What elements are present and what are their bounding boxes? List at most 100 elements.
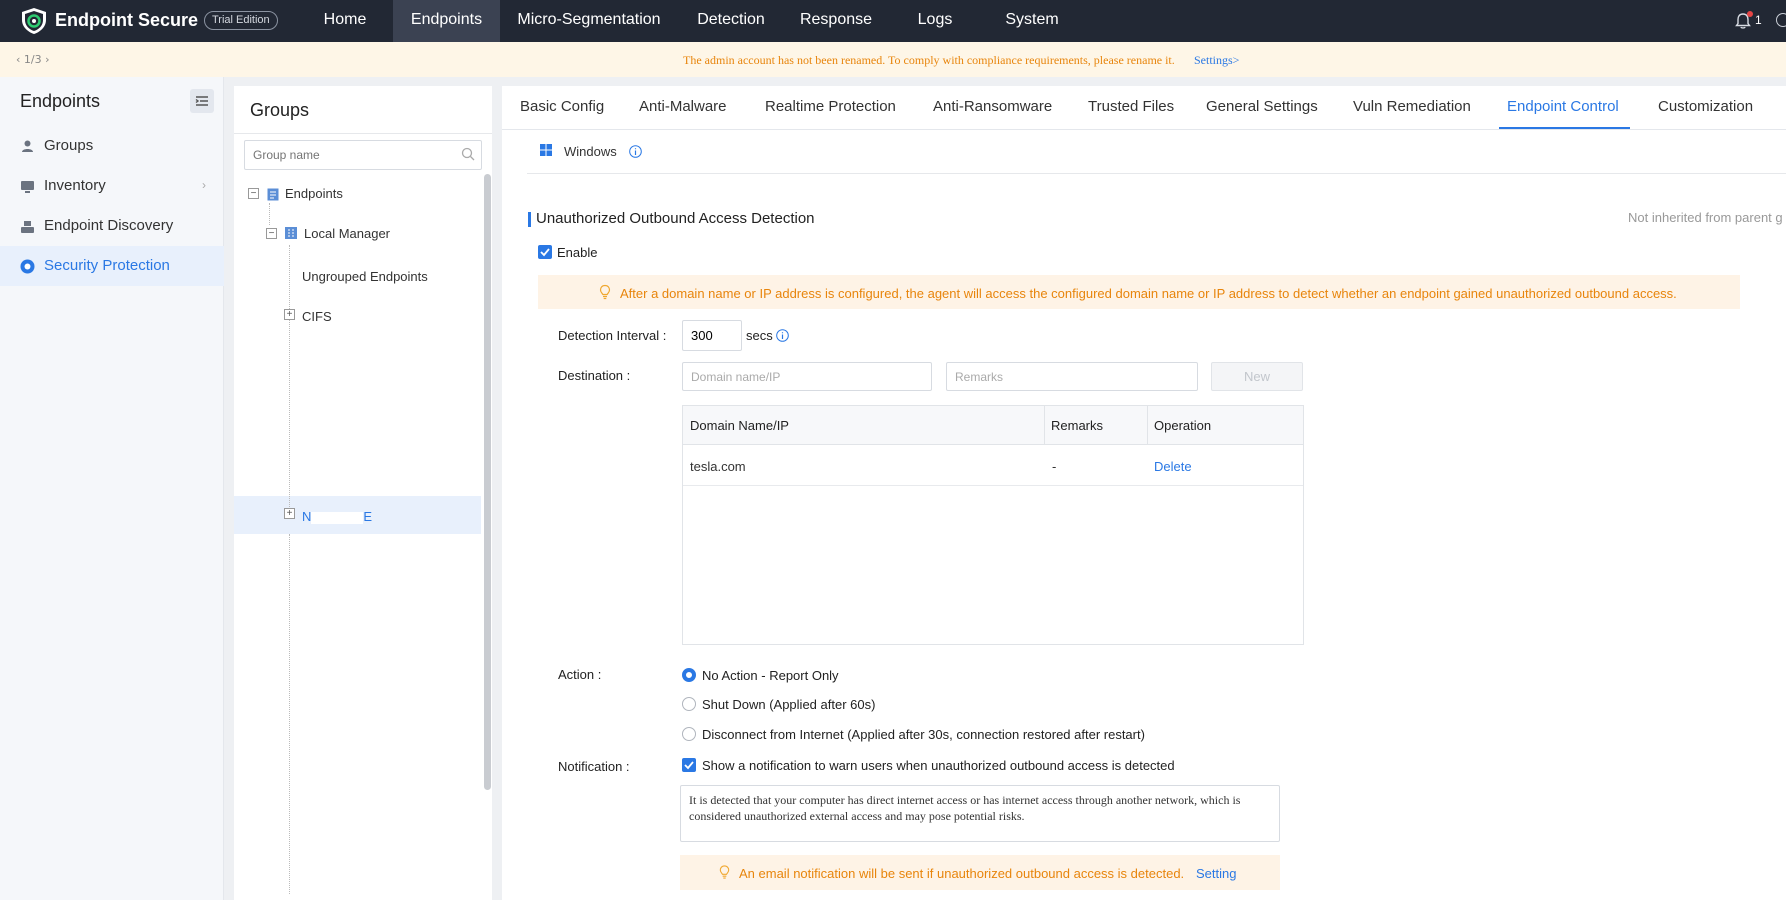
nav-response[interactable]: Response bbox=[792, 0, 880, 42]
tree-node-cifs[interactable]: CIFS bbox=[302, 309, 332, 324]
lightbulb-icon bbox=[599, 284, 611, 300]
inherit-status: Not inherited from parent g bbox=[1628, 210, 1783, 225]
delete-row-link[interactable]: Delete bbox=[1154, 459, 1192, 474]
action-radio-no-action[interactable] bbox=[682, 668, 696, 682]
action-option-label: No Action - Report Only bbox=[702, 668, 839, 683]
collapse-node-icon[interactable]: − bbox=[248, 188, 259, 199]
sidebar-title: Endpoints bbox=[20, 91, 101, 111]
nav-micro-segmentation[interactable]: Micro-Segmentation bbox=[508, 0, 670, 42]
cell-domain: tesla.com bbox=[690, 459, 746, 474]
column-header-operation: Operation bbox=[1154, 418, 1212, 433]
tree-connector bbox=[289, 245, 290, 515]
groups-icon bbox=[22, 140, 33, 152]
windows-icon bbox=[540, 144, 552, 156]
brand-logo bbox=[22, 8, 46, 34]
remarks-input[interactable]: Remarks bbox=[946, 362, 1198, 391]
shield-icon bbox=[20, 259, 35, 274]
divider bbox=[234, 133, 492, 134]
domain-ip-input[interactable]: Domain name/IP bbox=[682, 362, 932, 391]
notice-settings-link[interactable]: Settings> bbox=[1194, 53, 1239, 68]
trial-edition-badge: Trial Edition bbox=[204, 11, 278, 30]
action-radio-disconnect[interactable] bbox=[682, 727, 696, 741]
local-manager-building-icon bbox=[285, 227, 297, 239]
tree-node-endpoints[interactable]: Endpoints bbox=[285, 186, 343, 201]
search-icon[interactable] bbox=[461, 147, 475, 161]
collapse-node-icon[interactable]: − bbox=[266, 228, 277, 239]
tab-customization[interactable]: Customization bbox=[1658, 98, 1753, 115]
sidebar-item-groups[interactable]: Groups bbox=[0, 126, 224, 166]
discovery-icon bbox=[21, 221, 34, 233]
tab-anti-ransomware[interactable]: Anti-Ransomware bbox=[933, 98, 1052, 115]
detection-interval-input[interactable] bbox=[682, 320, 742, 351]
nav-logs[interactable]: Logs bbox=[900, 0, 970, 42]
notice-page-indicator: 1/3 bbox=[23, 53, 42, 66]
brand-name: Endpoint Secure bbox=[55, 10, 199, 30]
notification-checkbox[interactable] bbox=[682, 758, 696, 772]
notice-message: The admin account has not been renamed. … bbox=[683, 53, 1175, 67]
tree-connector bbox=[289, 534, 290, 894]
tree-scrollbar[interactable] bbox=[484, 174, 491, 790]
action-option-label: Disconnect from Internet (Applied after … bbox=[702, 727, 1145, 742]
tree-node-fragment: E bbox=[363, 509, 373, 524]
enable-label: Enable bbox=[557, 245, 598, 260]
tree-node-ungrouped-endpoints[interactable]: Ungrouped Endpoints bbox=[302, 269, 428, 284]
tab-anti-malware[interactable]: Anti-Malware bbox=[639, 98, 727, 115]
checkmark-icon bbox=[684, 761, 694, 770]
detection-interval-label: Detection Interval : bbox=[558, 328, 667, 343]
notification-dot bbox=[1747, 11, 1753, 17]
notice-pager[interactable]: ‹ 1/3 › bbox=[16, 53, 50, 66]
collapse-menu-icon bbox=[195, 96, 208, 106]
tab-general-settings[interactable]: General Settings bbox=[1206, 98, 1318, 115]
prev-notice-icon[interactable]: ‹ bbox=[16, 53, 20, 66]
checkmark-icon bbox=[540, 248, 550, 257]
action-option-label: Shut Down (Applied after 60s) bbox=[702, 697, 876, 712]
redacted-block bbox=[311, 511, 364, 524]
next-notice-icon[interactable]: › bbox=[45, 53, 49, 66]
info-icon[interactable] bbox=[776, 329, 789, 342]
action-label: Action : bbox=[558, 667, 602, 682]
os-label: Windows bbox=[564, 144, 617, 159]
column-divider bbox=[1147, 406, 1148, 445]
tree-node-fragment: N bbox=[302, 509, 312, 524]
tab-realtime-protection[interactable]: Realtime Protection bbox=[765, 98, 896, 115]
nav-detection[interactable]: Detection bbox=[686, 0, 776, 42]
notification-message-textarea[interactable]: It is detected that your computer has di… bbox=[680, 785, 1280, 842]
tree-node-local-manager[interactable]: Local Manager bbox=[304, 226, 390, 241]
expand-node-icon[interactable]: + bbox=[284, 508, 295, 519]
sidebar-item-label: Inventory bbox=[44, 177, 106, 194]
help-icon[interactable] bbox=[1776, 13, 1786, 27]
inventory-icon bbox=[21, 181, 34, 193]
interval-unit: secs bbox=[746, 328, 773, 343]
action-radio-shut-down[interactable] bbox=[682, 697, 696, 711]
section-accent-bar bbox=[528, 212, 531, 227]
notification-checkbox-label: Show a notification to warn users when u… bbox=[702, 758, 1175, 773]
sidebar-collapse-button[interactable] bbox=[190, 89, 214, 113]
new-destination-button[interactable]: New bbox=[1211, 362, 1303, 391]
sidebar-item-inventory[interactable]: Inventory bbox=[0, 166, 224, 206]
column-divider bbox=[1044, 406, 1045, 445]
endpoints-folder-icon bbox=[267, 188, 279, 201]
nav-home[interactable]: Home bbox=[305, 0, 385, 42]
tab-basic-config[interactable]: Basic Config bbox=[520, 98, 604, 115]
tab-trusted-files[interactable]: Trusted Files bbox=[1088, 98, 1174, 115]
groups-title: Groups bbox=[250, 100, 310, 120]
info-icon[interactable] bbox=[629, 145, 642, 158]
notification-label: Notification : bbox=[558, 759, 630, 774]
info-banner-text: After a domain name or IP address is con… bbox=[620, 286, 1677, 301]
group-search-input[interactable] bbox=[244, 140, 482, 170]
chevron-right-icon: › bbox=[202, 178, 206, 192]
sidebar-item-label: Endpoint Discovery bbox=[44, 217, 174, 234]
cell-remarks: - bbox=[1052, 459, 1057, 474]
sidebar-item-security-protection[interactable]: Security Protection bbox=[0, 246, 224, 286]
nav-system[interactable]: System bbox=[994, 0, 1070, 42]
tree-node-selected[interactable]: NE bbox=[302, 509, 372, 524]
enable-checkbox[interactable] bbox=[538, 245, 552, 259]
email-setting-link[interactable]: Setting bbox=[1196, 866, 1236, 881]
expand-node-icon[interactable]: + bbox=[284, 309, 295, 320]
nav-endpoints[interactable]: Endpoints bbox=[393, 0, 500, 42]
tab-vuln-remediation[interactable]: Vuln Remediation bbox=[1353, 98, 1471, 115]
column-header-remarks: Remarks bbox=[1051, 418, 1104, 433]
tab-endpoint-control[interactable]: Endpoint Control bbox=[1507, 98, 1619, 115]
sidebar-item-endpoint-discovery[interactable]: Endpoint Discovery bbox=[0, 206, 224, 246]
notification-count: 1 bbox=[1755, 13, 1762, 27]
